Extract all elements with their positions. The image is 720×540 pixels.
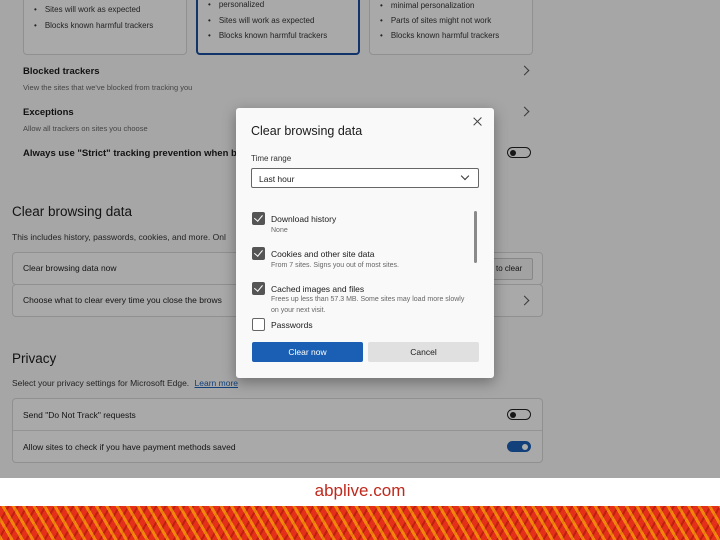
footer-pattern: [0, 506, 720, 540]
time-range-select[interactable]: Last hour: [251, 168, 479, 188]
passwords-checkbox[interactable]: [252, 318, 265, 331]
item-title: Download history: [271, 214, 337, 224]
item-title: Passwords: [271, 320, 313, 330]
footer-logo: abplive.com: [314, 481, 406, 500]
dialog-title: Clear browsing data: [251, 124, 363, 138]
chevron-down-icon: [460, 171, 470, 181]
item-subtitle: Frees up less than 57.3 MB. Some sites m…: [271, 296, 465, 314]
item-subtitle: None: [271, 227, 288, 234]
time-range-value: Last hour: [259, 174, 295, 184]
close-icon[interactable]: [471, 115, 485, 129]
clear-now-button[interactable]: Clear now: [252, 342, 363, 362]
cancel-button[interactable]: Cancel: [368, 342, 479, 362]
item-subtitle: From 7 sites. Signs you out of most site…: [271, 262, 399, 269]
time-range-label: Time range: [251, 154, 292, 163]
item-title: Cached images and files: [271, 284, 365, 294]
cached-images-checkbox[interactable]: [252, 282, 265, 295]
item-title: Cookies and other site data: [271, 249, 375, 259]
download-history-checkbox[interactable]: [252, 212, 265, 225]
cookies-checkbox[interactable]: [252, 247, 265, 260]
dialog-scrollbar[interactable]: [474, 211, 477, 263]
clear-browsing-data-dialog: Clear browsing data Time range Last hour…: [236, 108, 494, 378]
